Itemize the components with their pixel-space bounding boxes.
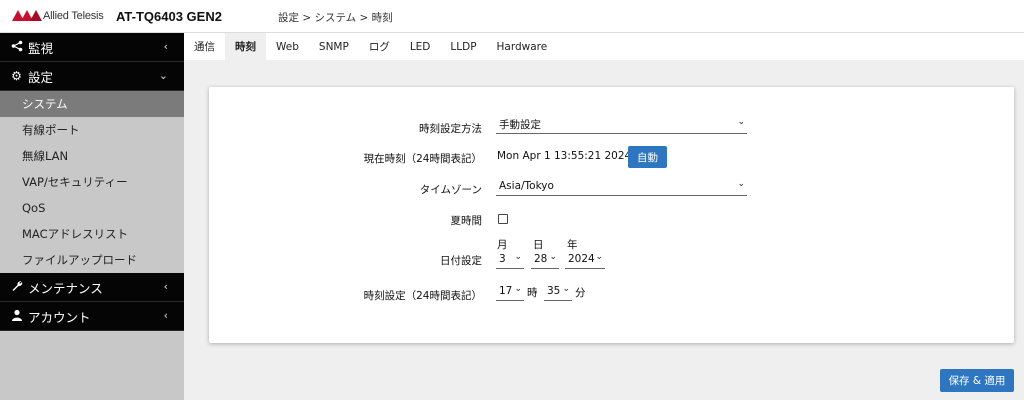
tab-bar: 通信 時刻 Web SNMP ログ LED LLDP Hardware [184,33,1024,60]
minute-select[interactable]: 35 ⌄ [544,282,572,301]
tab-time[interactable]: 時刻 [225,33,266,60]
chevron-down-icon: ⌄ [158,69,168,82]
month-value: 3 [499,253,506,265]
tab-led[interactable]: LED [400,33,441,60]
sidebar: 監視 ‹ ⚙ 設定 ⌄ システム 有線ポート 無線LAN VAP/セキュリティー… [0,33,184,400]
year-select[interactable]: 2024 ⌄ [565,250,605,269]
auto-button[interactable]: 自動 [628,146,667,168]
brand-name: Allied Telesis [43,10,104,22]
sidebar-item-file-upload[interactable]: ファイルアップロード [0,247,184,273]
sidebar-group-label: 設定 [28,69,54,85]
year-value: 2024 [568,253,595,265]
chevron-down-icon: ⌄ [595,252,603,262]
sidebar-item-system[interactable]: システム [0,91,184,117]
time-setting-label: 時刻設定（24時間表記） [363,290,482,302]
hour-value: 17 [499,285,513,297]
chevron-down-icon: ⌄ [514,252,522,262]
chevron-down-icon: ⌄ [549,252,557,262]
user-icon [10,309,23,324]
chevron-down-icon: ⌄ [562,284,570,294]
day-value: 28 [534,253,548,265]
hour-select[interactable]: 17 ⌄ [496,282,524,301]
sidebar-group-label: アカウント [28,309,91,325]
product-name: AT-TQ6403 GEN2 [116,9,222,24]
sidebar-group-maintenance[interactable]: メンテナンス ‹ [0,273,184,302]
time-method-select[interactable]: 手動設定 ⌄ [496,115,747,134]
sidebar-item-vap-security[interactable]: VAP/セキュリティー [0,169,184,195]
breadcrumb: 設定 > システム > 時刻 [278,12,393,24]
time-method-value: 手動設定 [499,118,541,131]
minute-unit: 分 [575,287,586,299]
save-apply-button[interactable]: 保存 & 適用 [940,369,1014,392]
sidebar-item-wireless-lan[interactable]: 無線LAN [0,143,184,169]
timezone-value: Asia/Tokyo [499,180,554,192]
tab-web[interactable]: Web [266,33,309,60]
timezone-select[interactable]: Asia/Tokyo ⌄ [496,177,747,196]
chevron-left-icon: ‹ [163,309,168,322]
chevron-left-icon: ‹ [163,280,168,293]
chevron-left-icon: ‹ [163,40,168,53]
share-icon [10,40,23,55]
day-select[interactable]: 28 ⌄ [531,250,559,269]
sidebar-group-settings[interactable]: ⚙ 設定 ⌄ [0,62,184,91]
sidebar-group-monitor[interactable]: 監視 ‹ [0,33,184,62]
sidebar-group-label: メンテナンス [28,280,103,296]
current-time-label: 現在時刻（24時間表記） [363,153,482,165]
chevron-down-icon: ⌄ [737,179,745,189]
minute-value: 35 [547,285,561,297]
brand-logo: Allied Telesis [12,9,104,23]
tab-lldp[interactable]: LLDP [440,33,486,60]
hour-unit: 時 [527,287,538,299]
sidebar-item-wired-port[interactable]: 有線ポート [0,117,184,143]
sidebar-group-label: 監視 [28,40,54,56]
time-method-label: 時刻設定方法 [419,123,482,135]
chevron-down-icon: ⌄ [514,284,522,294]
tab-hardware[interactable]: Hardware [487,33,558,60]
tab-log[interactable]: ログ [359,33,400,60]
month-select[interactable]: 3 ⌄ [496,250,524,269]
top-header: Allied Telesis AT-TQ6403 GEN2 設定 > システム … [0,0,1024,33]
sidebar-item-mac-address-list[interactable]: MACアドレスリスト [0,221,184,247]
sidebar-group-account[interactable]: アカウント ‹ [0,302,184,331]
dst-label: 夏時間 [450,215,483,227]
dst-checkbox[interactable] [498,214,508,224]
wrench-icon [10,280,23,295]
gear-icon: ⚙ [11,69,22,83]
sidebar-item-qos[interactable]: QoS [0,195,184,221]
tab-snmp[interactable]: SNMP [309,33,359,60]
tab-communication[interactable]: 通信 [184,33,225,60]
allied-telesis-logo-icon [12,9,42,23]
time-settings-panel: 時刻設定方法 手動設定 ⌄ 現在時刻（24時間表記） Mon Apr 1 13:… [209,87,1014,343]
chevron-down-icon: ⌄ [737,117,745,127]
timezone-label: タイムゾーン [419,184,482,196]
date-setting-label: 日付設定 [440,255,482,267]
